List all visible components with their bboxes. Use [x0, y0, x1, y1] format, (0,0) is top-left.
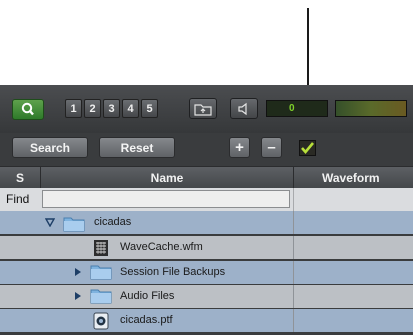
file-name: Audio Files [120, 290, 175, 302]
level-meter [335, 100, 407, 117]
search-button[interactable]: Search [12, 137, 88, 158]
folder-icon [63, 217, 85, 232]
session-file-icon [93, 312, 109, 330]
view-preset-2-button[interactable]: 2 [84, 99, 101, 118]
folder-up-icon [194, 103, 212, 116]
preview-audio-button[interactable] [230, 98, 258, 119]
view-preset-4-button[interactable]: 4 [122, 99, 139, 118]
add-search-criteria-button[interactable]: + [229, 137, 250, 158]
disclosure-expanded-icon[interactable] [45, 218, 55, 227]
view-preset-3-button[interactable]: 3 [103, 99, 120, 118]
list-item[interactable]: cicadas.ptf [0, 309, 413, 332]
search-toggle-button[interactable] [12, 99, 44, 120]
file-name: cicadas [94, 216, 132, 228]
file-list: cicadas WaveCache.wfm Session File Backu… [0, 211, 413, 335]
folder-icon [90, 265, 112, 280]
annotation-arrow-shaft [307, 8, 309, 94]
find-label: Find [6, 192, 30, 206]
column-header-name[interactable]: Name [41, 167, 293, 188]
view-preset-5-button[interactable]: 5 [141, 99, 158, 118]
view-preset-1-button[interactable]: 1 [65, 99, 82, 118]
wavecache-file-icon [94, 240, 108, 256]
checkmark-icon [301, 142, 314, 155]
reset-button[interactable]: Reset [99, 137, 175, 158]
folder-icon [90, 289, 112, 304]
file-name: WaveCache.wfm [120, 241, 203, 253]
file-name: cicadas.ptf [120, 314, 173, 326]
list-item[interactable]: Audio Files [0, 285, 413, 308]
file-name: Session File Backups [120, 266, 226, 278]
preview-volume-meter[interactable]: 0 [266, 100, 328, 117]
column-header-s[interactable]: S [0, 167, 40, 188]
find-input[interactable] [42, 190, 290, 208]
magnifier-icon [21, 102, 34, 116]
column-header-row: S Name Waveform [0, 166, 413, 189]
speaker-icon [238, 102, 247, 115]
column-divider [293, 188, 294, 211]
remove-search-criteria-button[interactable]: – [261, 137, 282, 158]
column-header-waveform[interactable]: Waveform [294, 167, 413, 188]
meter-value: 0 [289, 103, 295, 114]
folder-up-button[interactable] [189, 98, 217, 119]
disclosure-collapsed-icon[interactable] [74, 267, 82, 277]
list-item[interactable]: cicadas [0, 211, 413, 234]
list-item[interactable]: WaveCache.wfm [0, 236, 413, 259]
list-item[interactable]: Session File Backups [0, 261, 413, 284]
disclosure-collapsed-icon[interactable] [74, 291, 82, 301]
search-options-checkbox[interactable] [299, 140, 316, 156]
